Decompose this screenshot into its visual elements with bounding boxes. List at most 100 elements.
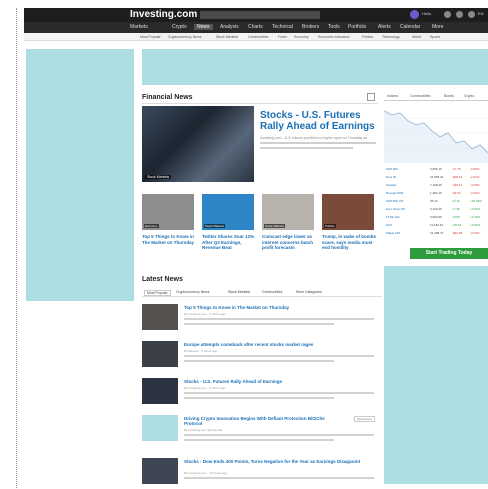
market-name: FTSE 100 — [386, 215, 400, 219]
subnav-world[interactable]: World — [412, 35, 421, 39]
subnav-most-popular[interactable]: Most Popular — [140, 35, 161, 39]
news-thumb-2[interactable]: Stock Markets — [202, 194, 254, 230]
latest-snippet-4 — [184, 434, 374, 436]
latest-snippet-5 — [184, 477, 374, 479]
subnav-technology[interactable]: Technology — [382, 35, 400, 39]
market-percent: -2.41% — [470, 175, 480, 179]
subnav-commodities[interactable]: Commodities — [248, 35, 268, 39]
latest-title-1[interactable]: Top 5 Things to Know in The Market on Th… — [184, 305, 289, 310]
latest-snippet-1 — [184, 318, 374, 320]
market-row[interactable]: Nikkei 225 21,268.73 -822.45 -3.72% — [384, 230, 488, 236]
latest-thumb-5[interactable] — [142, 458, 178, 484]
user-greeting[interactable]: Hello — [422, 11, 431, 16]
latest-title-4[interactable]: Driving Crypto Innovation Begins With De… — [184, 416, 344, 426]
tab-crypto-news[interactable]: Cryptocurrency News — [176, 290, 209, 294]
thumb-caption-2[interactable]: Twitter Shares Soar 12% After Q3 Earning… — [202, 234, 256, 251]
site-logo[interactable]: Investing.com — [130, 9, 197, 20]
market-last: 2,656.10 — [430, 167, 442, 171]
nav-item-calendar[interactable]: Calendar — [400, 24, 420, 30]
subnav-sports[interactable]: Sports — [430, 35, 440, 39]
latest-thumb-4[interactable] — [142, 415, 178, 441]
list-view-icon[interactable] — [367, 93, 375, 101]
search-input[interactable] — [200, 11, 320, 19]
subnav-politics[interactable]: Politics — [362, 35, 373, 39]
right-ad-banner[interactable] — [384, 266, 488, 484]
latest-snippet-3 — [184, 392, 374, 394]
settings-icon[interactable] — [456, 11, 463, 18]
nav-item-crypto[interactable]: Crypto — [172, 24, 187, 30]
main-story-headline[interactable]: Stocks - U.S. Futures Rally Ahead of Ear… — [260, 110, 380, 132]
thumb-caption-3[interactable]: Comcast edge lower as internet concerns … — [262, 234, 316, 251]
market-row[interactable]: DAX 11,184.64 +35.64 +0.32% — [384, 222, 488, 228]
market-row[interactable]: Dow 30 24,583.42 -608.01 -2.41% — [384, 174, 488, 180]
market-row[interactable]: Russell 2000 1,484.16 -52.63 -3.42% — [384, 190, 488, 196]
latest-meta-1: By Investing.com · 5 hours ago — [184, 312, 226, 316]
market-change: +35.64 — [452, 223, 462, 227]
nav-item-more[interactable]: More — [432, 24, 443, 30]
tab-indices[interactable]: Indices — [387, 94, 398, 98]
thumb-caption-1[interactable]: Top 5 Things to Know in The Market on Th… — [142, 234, 196, 245]
thumb-caption-4[interactable]: Trump, in wake of bombs scare, says medi… — [322, 234, 376, 251]
tab-stock-markets[interactable]: Stock Markets — [228, 290, 250, 294]
top-ad-banner[interactable] — [142, 49, 488, 85]
tab-commodities-panel[interactable]: Commodities — [410, 94, 430, 98]
latest-news-title: Latest News — [142, 276, 183, 283]
notifications-icon[interactable] — [444, 11, 451, 18]
nav-item-alerts[interactable]: Alerts — [378, 24, 391, 30]
index-chart[interactable] — [384, 103, 488, 163]
market-name: S&P 500 VIX — [386, 199, 404, 203]
subnav-stock-markets[interactable]: Stock Markets — [216, 35, 238, 39]
nav-item-charts[interactable]: Charts — [248, 24, 263, 30]
nav-item-portfolio[interactable]: Portfolio — [348, 24, 366, 30]
user-avatar-icon[interactable] — [410, 10, 419, 19]
market-last: 11,184.64 — [430, 223, 444, 227]
tab-bonds[interactable]: Bonds — [444, 94, 454, 98]
subnav-economic-indicators[interactable]: Economic Indicators — [318, 35, 350, 39]
market-row[interactable]: S&P 500 2,656.10 -17.76 -0.66% — [384, 166, 488, 172]
start-trading-button[interactable]: Start Trading Today — [410, 248, 488, 259]
market-row[interactable]: Nasdaq 7,108.40 -329.14 -4.43% — [384, 182, 488, 188]
tab-most-popular[interactable]: Most Popular — [144, 290, 171, 296]
market-row[interactable]: S&P 500 VIX 25.23 +5.10 +25.33% — [384, 198, 488, 204]
tab-more-categories[interactable]: More Categories — [296, 290, 322, 294]
main-story-photo[interactable]: Stock Markets — [142, 106, 254, 182]
news-thumb-4[interactable]: Politics — [322, 194, 374, 230]
nav-item-analysis[interactable]: Analysis — [220, 24, 239, 30]
nav-item-news[interactable]: News — [194, 24, 213, 30]
market-row[interactable]: FTSE 100 6,963.69 +8.50 +0.12% — [384, 214, 488, 220]
latest-thumb-2[interactable] — [142, 341, 178, 367]
market-percent: -4.43% — [470, 183, 480, 187]
news-thumb-3[interactable]: Stock Markets — [262, 194, 314, 230]
tab-crypto-panel[interactable]: Crypto — [464, 94, 474, 98]
market-percent: +0.12% — [470, 215, 481, 219]
latest-title-2[interactable]: Europe attempts comeback after recent st… — [184, 342, 313, 347]
latest-title-3[interactable]: Stocks - U.S. Futures Rally Ahead of Ear… — [184, 379, 282, 384]
market-row[interactable]: Euro Stoxx 50 3,100.26 +7.38 +0.24% — [384, 206, 488, 212]
latest-snippet-4b — [184, 439, 334, 441]
subnav-crypto-news[interactable]: Cryptocurrency News — [168, 35, 201, 39]
latest-thumb-1[interactable] — [142, 304, 178, 330]
subnav-economy[interactable]: Economy — [294, 35, 309, 39]
sponsored-badge: Sponsored — [354, 416, 375, 422]
market-name: Nikkei 225 — [386, 231, 401, 235]
nav-item-technical[interactable]: Technical — [272, 24, 293, 30]
market-percent: -0.66% — [470, 167, 480, 171]
left-ad-banner[interactable] — [26, 49, 134, 301]
news-thumb-1[interactable]: Economy — [142, 194, 194, 230]
tab-commodities[interactable]: Commodities — [262, 290, 282, 294]
news-subnav: Most Popular Cryptocurrency News Stock M… — [24, 33, 488, 41]
latest-meta-2: By Reuters · 5 hours ago — [184, 349, 218, 353]
subnav-forex[interactable]: Forex — [278, 35, 287, 39]
market-name: Dow 30 — [386, 175, 397, 179]
nav-item-markets[interactable]: Markets — [130, 24, 148, 30]
market-change: +5.10 — [452, 199, 460, 203]
globe-icon[interactable] — [468, 11, 475, 18]
market-change: +8.50 — [452, 215, 460, 219]
latest-title-5[interactable]: Stocks - Dow Ends 400 Points, Turns Nega… — [184, 459, 374, 464]
market-name: Euro Stoxx 50 — [386, 207, 405, 211]
nav-item-brokers[interactable]: Brokers — [302, 24, 319, 30]
latest-thumb-3[interactable] — [142, 378, 178, 404]
nav-item-tools[interactable]: Tools — [328, 24, 340, 30]
thumb-tag: Economy — [144, 224, 159, 228]
language-selector[interactable]: EN — [478, 11, 484, 16]
